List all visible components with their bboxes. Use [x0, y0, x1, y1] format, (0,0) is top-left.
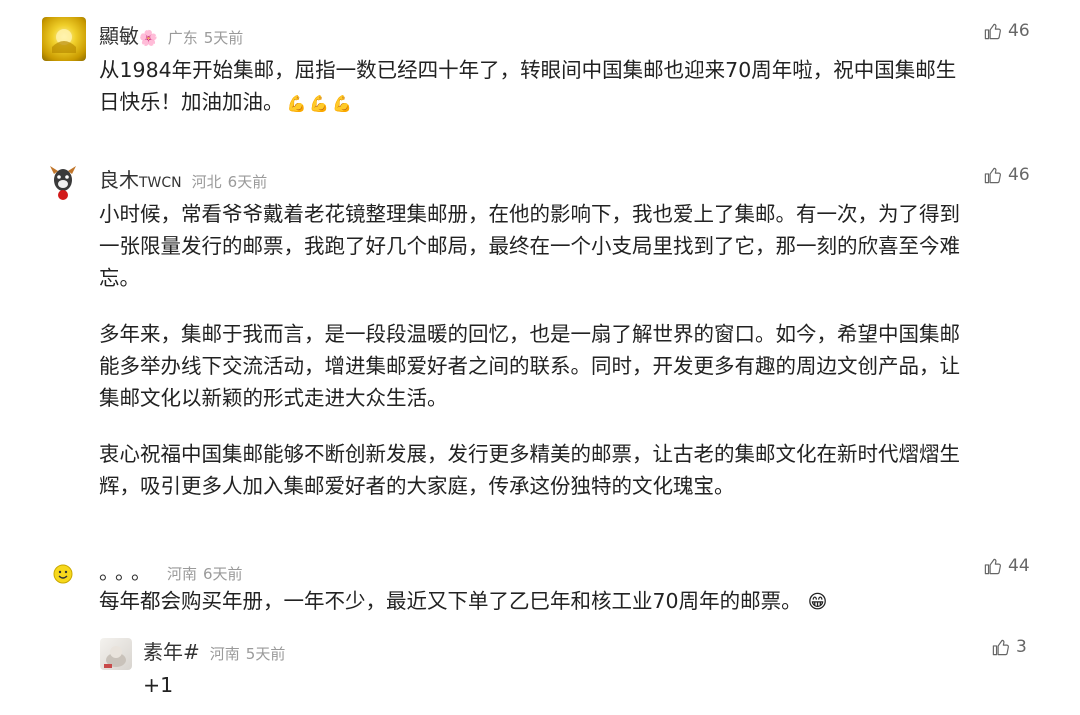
grin-emoji-icon: 😁 [807, 591, 828, 613]
cat-avatar-icon [104, 646, 126, 668]
flexed-arm-icon: 💪 [332, 94, 353, 113]
reply-header: 素年# 河南 5天前 [143, 636, 285, 665]
flexed-arm-icon: 💪 [286, 94, 307, 113]
thumbs-up-icon [992, 639, 1009, 655]
username[interactable]: 。。。 [99, 556, 157, 585]
thumbs-up-icon [984, 23, 1001, 39]
like-count: 3 [1016, 637, 1027, 657]
like-button[interactable]: 44 [983, 556, 1030, 576]
user-avatar[interactable] [45, 162, 81, 206]
timestamp: 6天前 [203, 565, 243, 583]
location: 广东 [167, 29, 198, 47]
comment-body: 每年都会购买年册，一年不少，最近又下单了乙巳年和核工业70周年的邮票。 😁 [99, 589, 828, 613]
comment-paragraph: 小时候，常看爷爷戴着老花镜整理集邮册，在他的影响下，我也爱上了集邮。有一次，为了… [99, 202, 960, 290]
like-count: 46 [1008, 21, 1030, 41]
like-button[interactable]: 3 [991, 637, 1027, 657]
comment-body: 从1984年开始集邮，屈指一数已经四十年了，转眼间中国集邮也迎来70周年啦，祝中… [99, 58, 957, 114]
smiley-icon [53, 564, 73, 584]
location: 河南 [167, 565, 198, 583]
comment-header: 良木TWCN 河北 6天前 [99, 164, 267, 193]
comment-paragraph: 衷心祝福中国集邮能够不断创新发展，发行更多精美的邮票，让古老的集邮文化在新时代熠… [99, 442, 960, 498]
username[interactable]: 良木TWCN [99, 164, 182, 193]
username[interactable]: 顯敏🌸 [99, 20, 158, 49]
timestamp: 5天前 [203, 29, 244, 47]
comment-header: 顯敏🌸 广东 5天前 [99, 20, 243, 49]
reply-username[interactable]: 素年# [143, 636, 200, 665]
timestamp: 5天前 [245, 645, 286, 663]
thumbs-up-icon [984, 167, 1001, 183]
dog-avatar-icon [50, 166, 76, 200]
comment-header: 。。。 河南 6天前 [99, 556, 243, 585]
flexed-arm-icon: 💪 [309, 94, 330, 113]
reply-body: +1 [143, 673, 174, 697]
user-avatar[interactable] [53, 564, 73, 584]
timestamp: 6天前 [227, 173, 268, 191]
flower-icon: 🌸 [139, 29, 158, 47]
location: 河南 [209, 645, 240, 663]
user-avatar[interactable] [42, 17, 86, 61]
like-button[interactable]: 46 [983, 21, 1030, 41]
like-count: 46 [1008, 165, 1030, 185]
like-count: 44 [1008, 556, 1030, 576]
location: 河北 [191, 173, 222, 191]
like-button[interactable]: 46 [983, 165, 1030, 185]
reply-avatar[interactable] [100, 638, 132, 670]
comment-paragraph: 多年来，集邮于我而言，是一段段温暖的回忆，也是一扇了解世界的窗口。如今，希望中国… [99, 322, 960, 410]
emblem-icon [52, 29, 76, 53]
thumbs-up-icon [984, 558, 1001, 574]
